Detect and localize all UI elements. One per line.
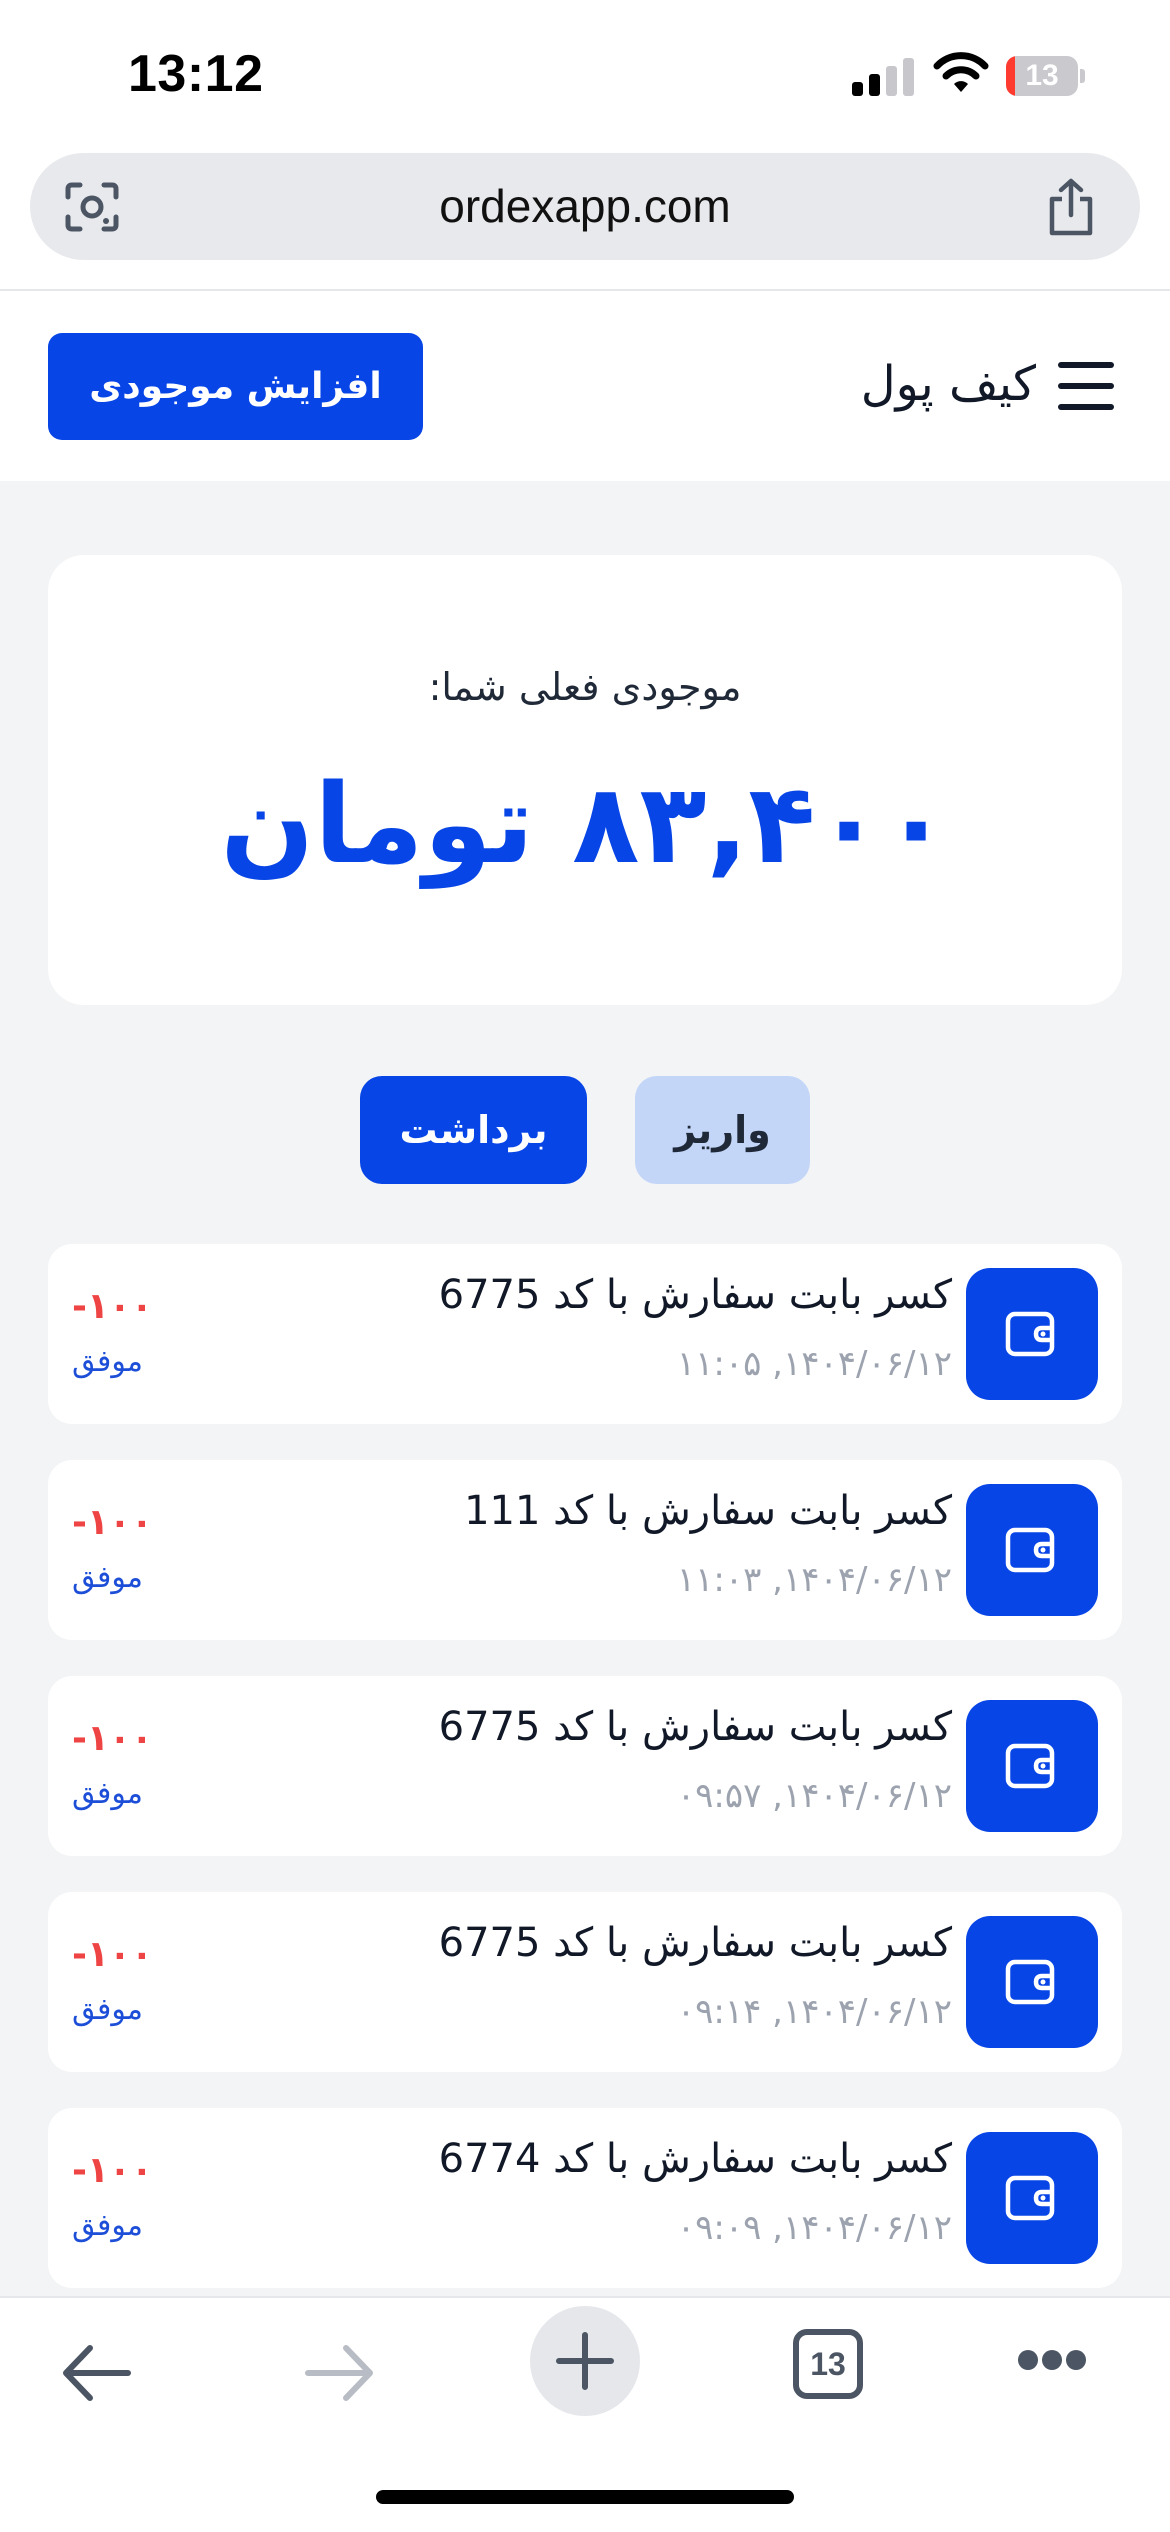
transaction-amount: -۱۰۰ (72, 1718, 153, 1759)
transaction-item[interactable]: کسر بابت سفارش با کد 6775 ۱۴۰۴/۰۶/۱۲, ۰۹… (48, 1892, 1122, 2072)
address-bar[interactable]: ordexapp.com (30, 153, 1140, 260)
battery-indicator: 13 (1006, 56, 1086, 96)
balance-value: ۸۳,۴۰۰ تومان (220, 760, 950, 888)
hamburger-menu-icon[interactable] (1058, 362, 1114, 410)
more-options-icon[interactable] (1018, 2350, 1086, 2378)
increase-balance-button[interactable]: افزایش موجودی (48, 333, 423, 440)
status-bar: 13:12 13 (0, 0, 1170, 150)
tab-deposit[interactable]: واریز (635, 1076, 810, 1184)
transaction-amount: -۱۰۰ (72, 1286, 153, 1327)
transaction-amount: -۱۰۰ (72, 2150, 153, 2191)
back-arrow-icon[interactable] (58, 2340, 134, 2406)
wallet-icon (966, 1484, 1098, 1616)
transaction-title: کسر بابت سفارش با کد 6775 (438, 1272, 952, 1318)
transaction-title: کسر بابت سفارش با کد 6774 (438, 2136, 952, 2182)
transaction-date: ۱۴۰۴/۰۶/۱۲, ۰۹:۰۹ (676, 2208, 952, 2248)
home-indicator (376, 2490, 794, 2504)
wallet-icon (966, 1268, 1098, 1400)
wallet-icon (966, 1916, 1098, 2048)
transaction-item[interactable]: کسر بابت سفارش با کد 6775 ۱۴۰۴/۰۶/۱۲, ۰۹… (48, 1676, 1122, 1856)
balance-card: موجودی فعلی شما: ۸۳,۴۰۰ تومان (48, 555, 1122, 1005)
share-icon[interactable] (1044, 177, 1098, 237)
browser-toolbar: ordexapp.com (0, 150, 1170, 291)
transaction-title: کسر بابت سفارش با کد 6775 (438, 1704, 952, 1750)
transaction-item[interactable]: کسر بابت سفارش با کد 111 ۱۴۰۴/۰۶/۱۲, ۱۱:… (48, 1460, 1122, 1640)
new-tab-button[interactable] (530, 2306, 640, 2416)
transaction-status: موفق (72, 1560, 143, 1595)
transaction-status: موفق (72, 1992, 143, 2027)
app-header: افزایش موجودی کیف پول (0, 291, 1170, 481)
transaction-item[interactable]: کسر بابت سفارش با کد 6775 ۱۴۰۴/۰۶/۱۲, ۱۱… (48, 1244, 1122, 1424)
status-time: 13:12 (128, 45, 264, 103)
transaction-status: موفق (72, 2208, 143, 2243)
transaction-title: کسر بابت سفارش با کد 111 (464, 1488, 952, 1534)
tab-switcher-button[interactable]: 13 (793, 2329, 863, 2399)
battery-level: 13 (1025, 59, 1059, 92)
transaction-date: ۱۴۰۴/۰۶/۱۲, ۰۹:۵۷ (676, 1776, 952, 1816)
transaction-amount: -۱۰۰ (72, 1502, 153, 1543)
transaction-status: موفق (72, 1776, 143, 1811)
transaction-date: ۱۴۰۴/۰۶/۱۲, ۰۹:۱۴ (676, 1992, 952, 2032)
plus-icon (556, 2332, 614, 2390)
wifi-icon (933, 52, 989, 92)
balance-label: موجودی فعلی شما: (428, 665, 742, 709)
transaction-date: ۱۴۰۴/۰۶/۱۲, ۱۱:۰۵ (676, 1344, 952, 1384)
page-title: کیف پول (860, 356, 1036, 412)
transaction-date: ۱۴۰۴/۰۶/۱۲, ۱۱:۰۳ (676, 1560, 952, 1600)
tab-withdraw[interactable]: برداشت (360, 1076, 587, 1184)
transaction-title: کسر بابت سفارش با کد 6775 (438, 1920, 952, 1966)
transaction-list: کسر بابت سفارش با کد 6775 ۱۴۰۴/۰۶/۱۲, ۱۱… (48, 1244, 1122, 2324)
cellular-signal-icon (852, 56, 914, 96)
forward-arrow-icon[interactable] (302, 2340, 378, 2406)
url-text[interactable]: ordexapp.com (30, 153, 1140, 260)
transaction-status: موفق (72, 1344, 143, 1379)
wallet-icon (966, 2132, 1098, 2264)
transaction-amount: -۱۰۰ (72, 1934, 153, 1975)
wallet-icon (966, 1700, 1098, 1832)
transaction-item[interactable]: کسر بابت سفارش با کد 6774 ۱۴۰۴/۰۶/۱۲, ۰۹… (48, 2108, 1122, 2288)
